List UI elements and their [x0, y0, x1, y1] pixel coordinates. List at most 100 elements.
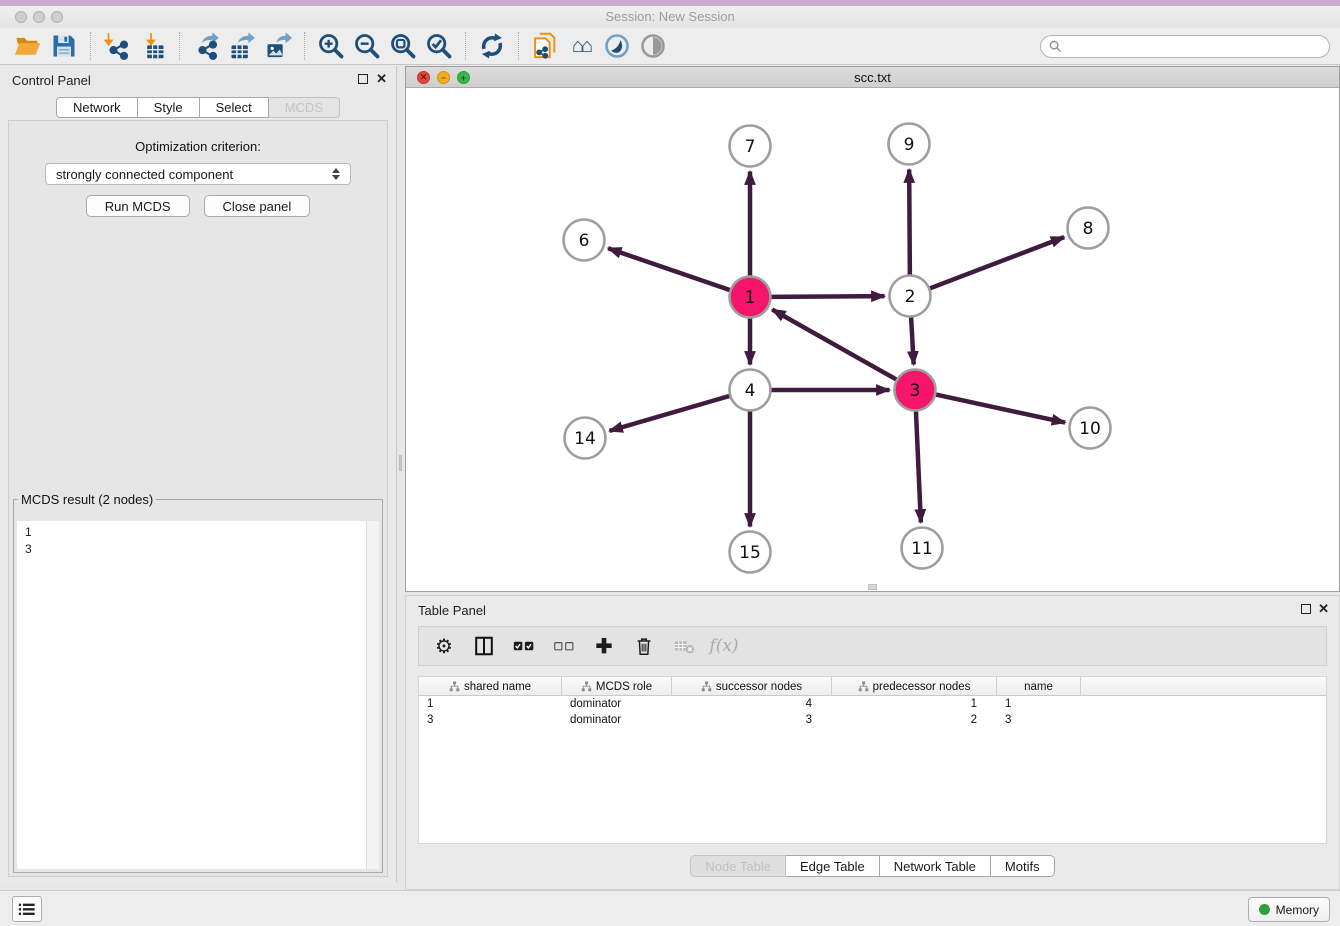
- control-tab-select[interactable]: Select: [200, 97, 269, 118]
- split-columns-icon[interactable]: [469, 631, 499, 661]
- select-all-checked-icon[interactable]: [509, 631, 539, 661]
- zoom-in-icon[interactable]: [313, 30, 349, 62]
- graph-node-label: 2: [905, 287, 916, 307]
- table-toolbar: ⚙✚f(x): [418, 626, 1327, 666]
- table-cell[interactable]: 2: [832, 714, 997, 726]
- table-panel: Table Panel ✕ ⚙✚f(x) shared nameMCDS rol…: [405, 595, 1340, 890]
- graph-node-4[interactable]: 4: [730, 370, 771, 411]
- panel-splitter-handle[interactable]: [399, 455, 402, 471]
- graph-node-15[interactable]: 15: [730, 532, 771, 573]
- hide-eye-icon[interactable]: [635, 30, 671, 62]
- session-title: Session: New Session: [0, 9, 1340, 24]
- search-box[interactable]: [1040, 35, 1330, 58]
- mcds-result-list[interactable]: 1 3: [17, 521, 379, 869]
- column-header-predecessor-nodes[interactable]: predecessor nodes: [832, 677, 997, 696]
- table-tab-network-table[interactable]: Network Table: [880, 855, 991, 877]
- zoom-out-icon[interactable]: [349, 30, 385, 62]
- table-cell[interactable]: 3: [419, 714, 562, 726]
- app-titlebar: Session: New Session: [0, 6, 1340, 28]
- table-cell[interactable]: dominator: [562, 698, 672, 710]
- home-icon[interactable]: ⌂⌂: [563, 30, 599, 62]
- column-header-label: name: [1024, 681, 1053, 693]
- network-canvas[interactable]: 7 9 6 8 1 2 4 3 14 10 15 11: [406, 88, 1339, 591]
- graph-node-6[interactable]: 6: [564, 220, 605, 261]
- graph-edge-2-9[interactable]: [909, 169, 910, 274]
- table-row[interactable]: 3dominator323: [419, 712, 1326, 728]
- graph-node-11[interactable]: 11: [902, 528, 943, 569]
- mcds-result-scrollbar[interactable]: [366, 521, 379, 869]
- table-cell[interactable]: 1: [832, 698, 997, 710]
- graph-edge-2-8[interactable]: [930, 237, 1064, 288]
- graph-edge-1-6[interactable]: [608, 248, 730, 290]
- table-cell[interactable]: dominator: [562, 714, 672, 726]
- search-input[interactable]: [1067, 38, 1321, 54]
- memory-button[interactable]: Memory: [1248, 897, 1330, 922]
- graph-node-1[interactable]: 1: [730, 277, 771, 318]
- control-tab-mcds[interactable]: MCDS: [269, 97, 340, 118]
- graph-node-label: 11: [911, 539, 933, 559]
- refresh-layout-icon[interactable]: [474, 30, 510, 62]
- graph-node-3[interactable]: 3: [895, 370, 936, 411]
- table-tab-node-table[interactable]: Node Table: [690, 855, 786, 877]
- tree-hierarchy-icon: [858, 681, 869, 692]
- graph-edge-2-3[interactable]: [911, 317, 914, 364]
- graph-edge-3-11[interactable]: [916, 411, 921, 522]
- canvas-resize-handle[interactable]: [868, 584, 877, 590]
- column-header-label: MCDS role: [596, 681, 652, 693]
- list-icon: [18, 902, 36, 917]
- close-panel-button[interactable]: Close panel: [204, 195, 311, 217]
- table-cell[interactable]: 3: [672, 714, 832, 726]
- export-image-icon[interactable]: [260, 30, 296, 62]
- column-header-MCDS-role[interactable]: MCDS role: [562, 677, 672, 696]
- deselect-all-icon[interactable]: [549, 631, 579, 661]
- task-history-button[interactable]: [12, 896, 42, 922]
- network-from-file-icon[interactable]: [527, 30, 563, 62]
- graph-node-14[interactable]: 14: [565, 418, 606, 459]
- graph-node-label: 15: [739, 543, 761, 563]
- export-network-icon[interactable]: [188, 30, 224, 62]
- run-mcds-button[interactable]: Run MCDS: [86, 195, 190, 217]
- table-tab-edge-table[interactable]: Edge Table: [786, 855, 880, 877]
- table-cell[interactable]: 3: [997, 714, 1081, 726]
- network-window-titlebar[interactable]: ✕ − + scc.txt: [406, 67, 1339, 88]
- graph-node-2[interactable]: 2: [890, 276, 931, 317]
- graph-edge-3-10[interactable]: [936, 395, 1065, 423]
- graph-node-7[interactable]: 7: [730, 126, 771, 167]
- float-panel-icon[interactable]: [1301, 604, 1311, 614]
- control-tab-network[interactable]: Network: [56, 97, 138, 118]
- control-panel-tabs: NetworkStyleSelectMCDS: [0, 97, 396, 118]
- zoom-fit-icon[interactable]: [385, 30, 421, 62]
- graph-node-9[interactable]: 9: [889, 124, 930, 165]
- import-network-icon[interactable]: [99, 30, 135, 62]
- column-header-shared-name[interactable]: shared name: [419, 677, 562, 696]
- optimization-criterion-select[interactable]: strongly connected component: [45, 163, 351, 185]
- control-tab-style[interactable]: Style: [138, 97, 200, 118]
- add-column-icon[interactable]: ✚: [589, 631, 619, 661]
- graph-node-label: 14: [574, 429, 596, 449]
- open-folder-icon[interactable]: [10, 30, 46, 62]
- import-table-icon[interactable]: [135, 30, 171, 62]
- column-header-name[interactable]: name: [997, 677, 1081, 696]
- close-panel-icon[interactable]: ✕: [376, 71, 387, 87]
- export-table-icon[interactable]: [224, 30, 260, 62]
- style-brush-icon[interactable]: [599, 30, 635, 62]
- graph-edge-1-2[interactable]: [771, 296, 884, 297]
- close-panel-icon[interactable]: ✕: [1318, 601, 1329, 617]
- zoom-selected-icon[interactable]: [421, 30, 457, 62]
- graph-edge-4-14[interactable]: [609, 396, 729, 431]
- column-header-successor-nodes[interactable]: successor nodes: [672, 677, 832, 696]
- mcds-tab-content: Optimization criterion: strongly connect…: [8, 120, 388, 877]
- delete-rows-icon[interactable]: [629, 631, 659, 661]
- graph-node-8[interactable]: 8: [1068, 208, 1109, 249]
- float-panel-icon[interactable]: [358, 74, 368, 84]
- table-cell[interactable]: 1: [419, 698, 562, 710]
- table-cell[interactable]: 1: [997, 698, 1081, 710]
- graph-node-label: 6: [579, 231, 590, 251]
- table-tab-motifs[interactable]: Motifs: [991, 855, 1055, 877]
- table-row[interactable]: 1dominator411: [419, 696, 1326, 712]
- save-session-icon[interactable]: [46, 30, 82, 62]
- table-cell[interactable]: 4: [672, 698, 832, 710]
- gear-icon[interactable]: ⚙: [429, 631, 459, 661]
- graph-node-10[interactable]: 10: [1070, 408, 1111, 449]
- graph-edge-3-1[interactable]: [772, 310, 896, 380]
